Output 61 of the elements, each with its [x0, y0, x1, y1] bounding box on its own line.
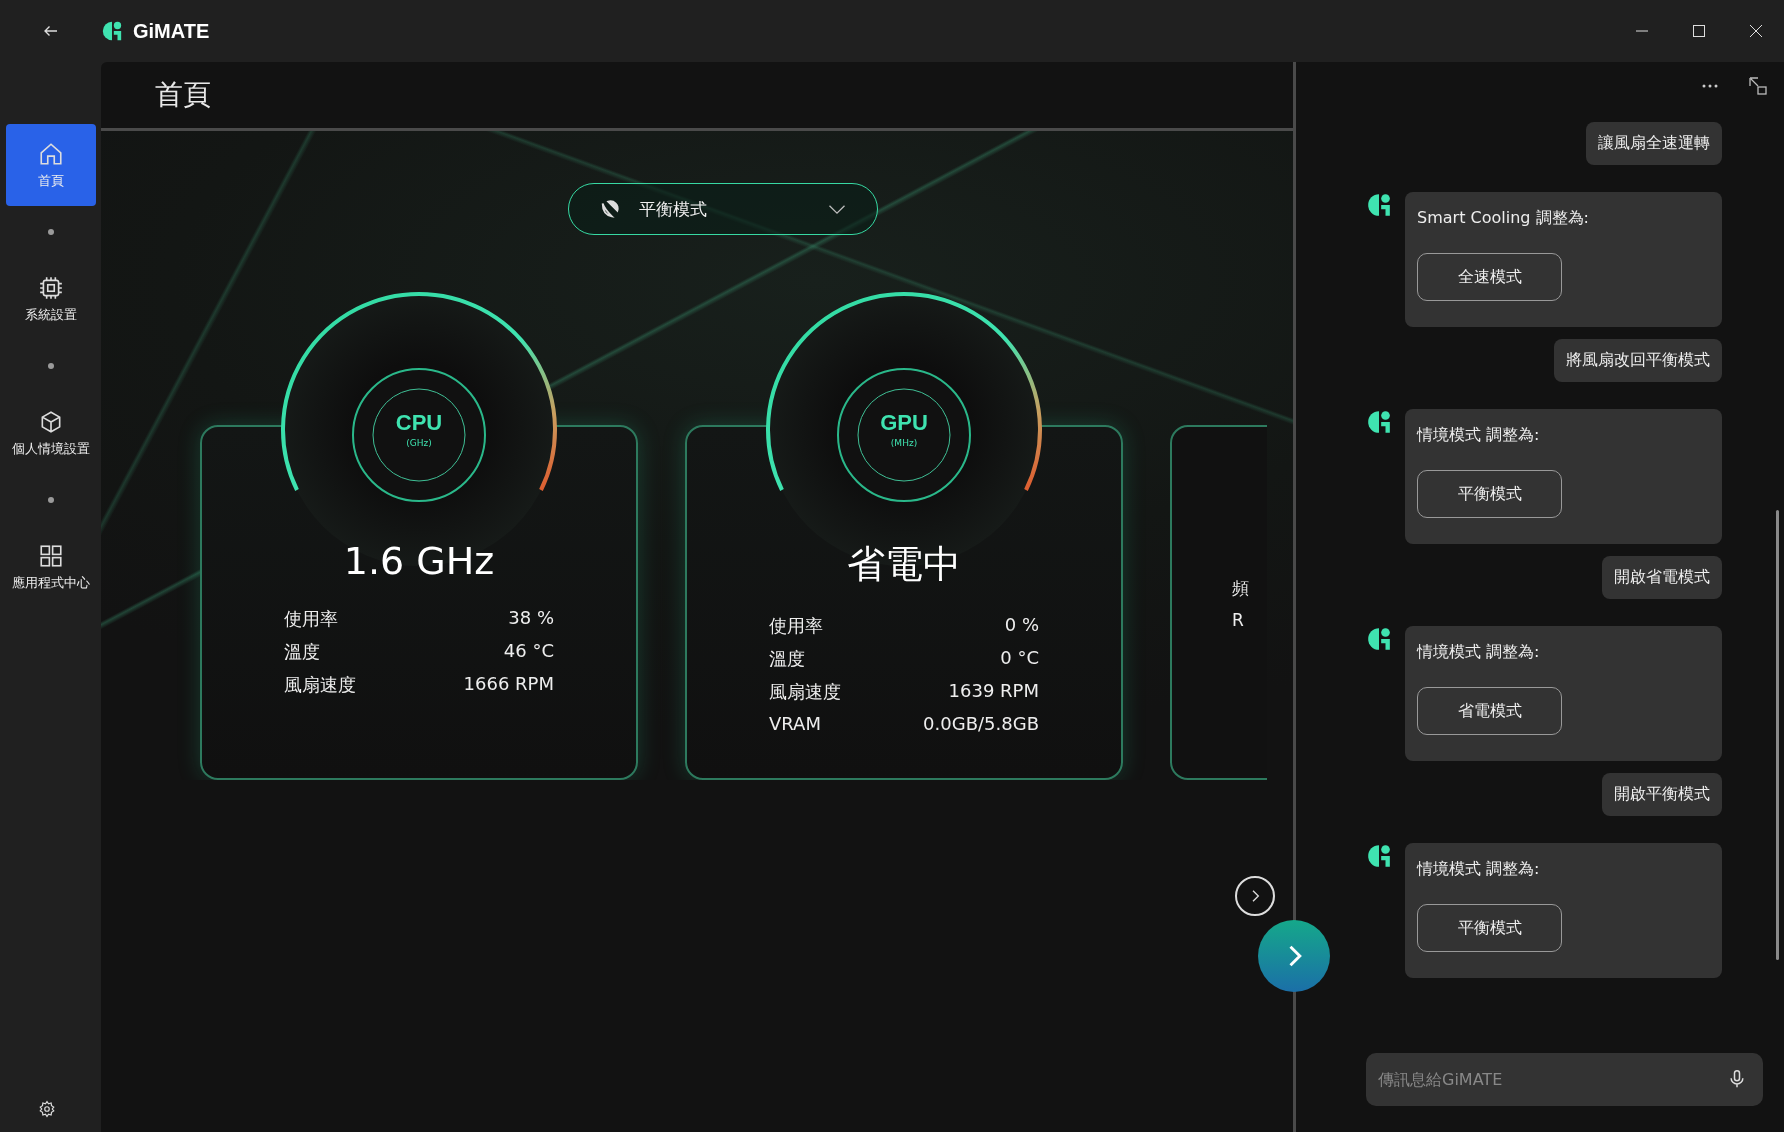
mode-icon	[599, 198, 621, 220]
next-button[interactable]	[1235, 876, 1275, 916]
page-title: 首頁	[155, 77, 211, 113]
nav-item[interactable]: 個人情境設置	[5, 392, 96, 474]
more-icon[interactable]	[1702, 84, 1718, 88]
stat-label: 溫度	[284, 640, 321, 664]
stat-label: 溫度	[769, 647, 806, 671]
stat-value: 0 %	[1003, 614, 1039, 637]
user-message: 讓風扇全速運轉	[1586, 122, 1722, 165]
separator-dot	[47, 363, 54, 369]
mode-button[interactable]: 平衡模式	[1417, 904, 1562, 952]
logo-icon	[101, 20, 123, 42]
stat-label: 頻	[1232, 577, 1250, 600]
stat-value: 38 %	[507, 607, 554, 630]
mode-button[interactable]: 全速模式	[1417, 253, 1562, 301]
nav-item[interactable]: 應用程式中心	[5, 526, 96, 608]
stat-label: R	[1232, 610, 1245, 630]
close-icon	[1749, 25, 1762, 37]
mode-dropdown[interactable]: 平衡模式	[568, 183, 878, 235]
maximize-icon	[1692, 25, 1705, 37]
main-value: 省電中	[847, 541, 961, 588]
stat-label: 風扇速度	[769, 680, 842, 704]
mode-button[interactable]: 平衡模式	[1417, 470, 1562, 518]
microphone-icon[interactable]	[1727, 1068, 1747, 1090]
bot-message-text: 情境模式 調整為:	[1417, 859, 1541, 880]
scrollbar[interactable]	[1776, 510, 1779, 960]
bot-avatar-icon	[1366, 626, 1392, 652]
bot-message-text: 情境模式 調整為:	[1417, 642, 1541, 663]
app-title: GiMATE	[133, 19, 210, 43]
gauge-label: GPU	[879, 410, 929, 436]
gauge-unit: (GHz)	[405, 438, 433, 448]
stat-value: 1666 RPM	[463, 673, 554, 696]
bot-avatar-icon	[1366, 192, 1392, 218]
stat-label: 使用率	[769, 614, 824, 638]
stat-label: 風扇速度	[284, 673, 357, 697]
gauge-label: CPU	[394, 410, 444, 436]
separator-dot	[47, 229, 54, 235]
stat-value: 0.0GB/5.8GB	[923, 713, 1039, 734]
grid-icon	[37, 542, 64, 569]
user-message: 將風扇改回平衡模式	[1554, 339, 1722, 382]
gauge-unit: (MHz)	[889, 438, 919, 448]
stat-label: VRAM	[769, 713, 822, 734]
bot-message-text: 情境模式 調整為:	[1417, 425, 1541, 446]
stat-value: 46 °C	[502, 640, 554, 663]
user-message: 開啟省電模式	[1602, 556, 1722, 599]
bot-avatar-icon	[1366, 409, 1392, 435]
stat-label: 使用率	[284, 607, 339, 631]
chip-icon	[37, 274, 64, 301]
stat-value: 1639 RPM	[947, 680, 1039, 703]
stat-value: 0 °C	[999, 647, 1039, 670]
nav-item[interactable]: 首頁	[5, 124, 96, 206]
mode-button[interactable]: 省電模式	[1417, 687, 1562, 735]
message-field[interactable]: 傳訊息給GiMATE	[1366, 1053, 1763, 1106]
popout-icon[interactable]	[1748, 76, 1768, 96]
user-message: 開啟平衡模式	[1602, 773, 1722, 816]
nav-item[interactable]: 系統設置	[5, 258, 96, 340]
bot-message-text: Smart Cooling 調整為:	[1417, 208, 1590, 229]
settings-icon[interactable]	[37, 1100, 56, 1118]
bot-avatar-icon	[1366, 843, 1392, 869]
separator-dot	[47, 497, 54, 503]
main-value: 1.6 GHz	[343, 539, 495, 583]
